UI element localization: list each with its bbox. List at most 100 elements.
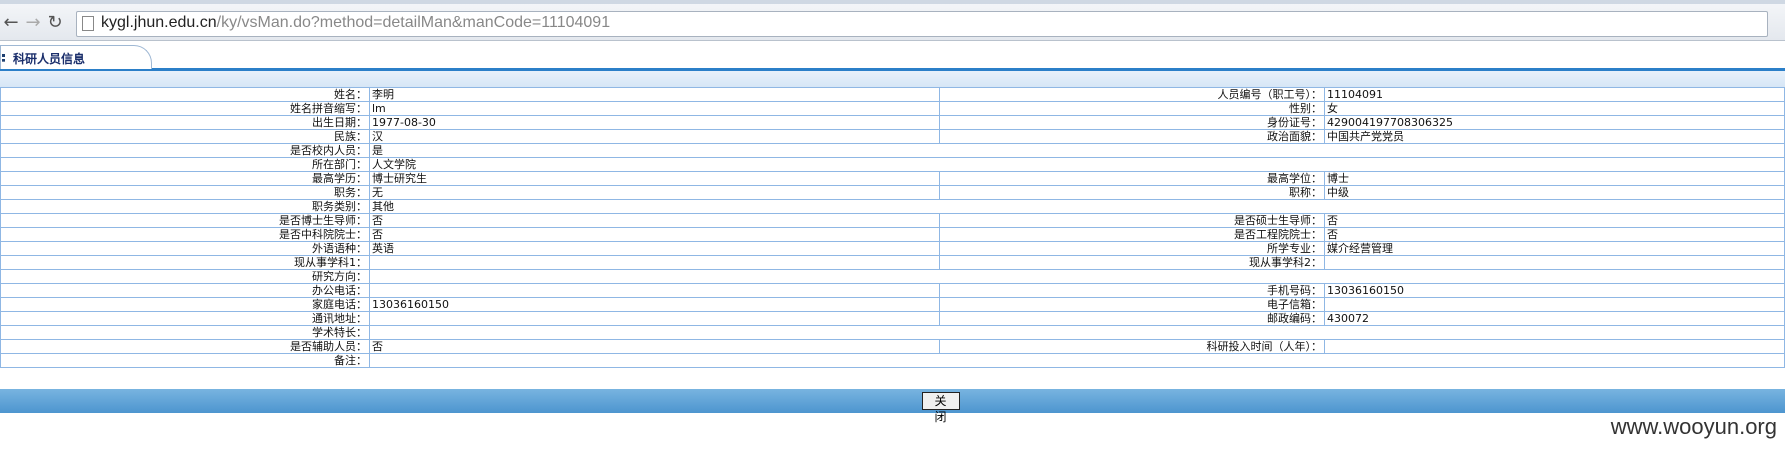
field-value: [369, 255, 940, 270]
table-row: 姓名： 李明 人员编号（职工号）： 11104091: [0, 87, 1785, 102]
table-row: 出生日期： 1977-08-30 身份证号： 429004197708306325: [0, 115, 1785, 130]
table-row: 研究方向：: [0, 269, 1785, 284]
field-value: 媒介经营管理: [1324, 241, 1785, 256]
tab-label: 科研人员信息: [13, 52, 86, 66]
field-label: 人员编号（职工号）：: [939, 87, 1325, 102]
reload-icon[interactable]: ↻: [44, 12, 66, 34]
field-label: 研究方向：: [0, 269, 370, 284]
table-row: 职务：无职称： 中级: [0, 185, 1785, 200]
field-label: 职务类别：: [0, 199, 370, 214]
close-button[interactable]: 关 闭: [922, 392, 960, 424]
field-value: 13036160150: [369, 297, 940, 312]
table-row: 姓名拼音缩写： lm 性别：女: [0, 101, 1785, 116]
table-row: 所在部门： 人文学院: [0, 157, 1785, 172]
field-label: 身份证号：: [939, 115, 1325, 130]
field-label: 学术特长：: [0, 325, 370, 340]
field-label: 职称：: [939, 185, 1325, 200]
field-value: 无: [369, 185, 940, 200]
field-value: 1977-08-30: [369, 115, 940, 130]
url-path: /ky/vsMan.do?method=detailMan&manCode=11…: [216, 14, 611, 31]
page-tab-bar: 科研人员信息: [0, 41, 1785, 71]
table-row: 现从事学科1： 现从事学科2：: [0, 255, 1785, 270]
field-value: 否: [369, 227, 940, 242]
field-value: [1324, 297, 1785, 312]
field-label: 通讯地址：: [0, 311, 370, 326]
field-value: 其他: [369, 199, 1785, 214]
field-label: 现从事学科2：: [939, 255, 1325, 270]
table-row: 外语语种： 英语 所学专业： 媒介经营管理: [0, 241, 1785, 256]
back-arrow-icon[interactable]: ←: [0, 12, 22, 34]
field-label: 所学专业：: [939, 241, 1325, 256]
field-label: 是否博士生导师：: [0, 213, 370, 228]
address-bar[interactable]: kygl.jhun.edu.cn/ky/vsMan.do?method=deta…: [76, 11, 1768, 37]
field-value: 否: [369, 213, 940, 228]
table-row: 通讯地址： 邮政编码： 430072: [0, 311, 1785, 326]
table-row: 职务类别： 其他: [0, 199, 1785, 214]
field-label: 是否中科院院士：: [0, 227, 370, 242]
table-row: 民族：汉政治面貌： 中国共产党党员: [0, 129, 1785, 144]
url-host: kygl.jhun.edu.cn: [101, 14, 217, 31]
field-value: 博士研究生: [369, 171, 940, 186]
page-icon: [82, 16, 94, 31]
field-label: 备注：: [0, 353, 370, 368]
field-label: 是否硕士生导师：: [939, 213, 1325, 228]
tab-marker-icon: [2, 54, 8, 62]
table-row: 是否校内人员：是: [0, 143, 1785, 158]
field-value: 是: [369, 143, 1785, 158]
field-value: [1324, 339, 1785, 354]
field-value: 中级: [1324, 185, 1785, 200]
footer-bar: 关 闭: [0, 389, 1785, 424]
field-value: [369, 353, 1785, 368]
table-row: 是否中科院院士：否是否工程院院士：否: [0, 227, 1785, 242]
field-label: 最高学位：: [939, 171, 1325, 186]
field-label: 民族：: [0, 129, 370, 144]
table-row: 家庭电话： 13036160150 电子信箱：: [0, 297, 1785, 312]
field-label: 最高学历：: [0, 171, 370, 186]
field-label: 家庭电话：: [0, 297, 370, 312]
table-row: 学术特长：: [0, 325, 1785, 340]
field-value: 否: [1324, 227, 1785, 242]
field-value: 否: [369, 339, 940, 354]
field-value: [1324, 255, 1785, 270]
field-value: 人文学院: [369, 157, 1785, 172]
field-value: 13036160150: [1324, 283, 1785, 298]
field-label: 现从事学科1：: [0, 255, 370, 270]
table-row: 办公电话： 手机号码： 13036160150: [0, 283, 1785, 298]
field-value: lm: [369, 101, 940, 116]
field-value: [369, 325, 1785, 340]
researcher-detail-table: 姓名： 李明 人员编号（职工号）： 11104091 姓名拼音缩写： lm 性别：女出生日期…: [0, 87, 1785, 368]
field-label: 姓名拼音缩写：: [0, 101, 370, 116]
field-value: 429004197708306325: [1324, 115, 1785, 130]
field-value: 汉: [369, 129, 940, 144]
field-value: 女: [1324, 101, 1785, 116]
field-label: 所在部门：: [0, 157, 370, 172]
browser-toolbar: ← → ↻ kygl.jhun.edu.cn/ky/vsMan.do?metho…: [0, 4, 1785, 41]
field-value: 博士: [1324, 171, 1785, 186]
table-row: 是否辅助人员：否科研投入时间（人年）：: [0, 339, 1785, 354]
detail-table-body: 姓名： 李明 人员编号（职工号）： 11104091 姓名拼音缩写： lm 性别：女出生日期…: [0, 87, 1785, 368]
field-value: 李明: [369, 87, 940, 102]
field-label: 姓名：: [0, 87, 370, 102]
field-value: 中国共产党党员: [1324, 129, 1785, 144]
watermark-text: www.wooyun.org: [1610, 414, 1777, 439]
field-value: 否: [1324, 213, 1785, 228]
forward-arrow-icon[interactable]: →: [22, 12, 44, 34]
field-value: 英语: [369, 241, 940, 256]
field-label: 是否工程院院士：: [939, 227, 1325, 242]
field-label: 政治面貌：: [939, 129, 1325, 144]
field-label: 办公电话：: [0, 283, 370, 298]
field-label: 手机号码：: [939, 283, 1325, 298]
field-label: 电子信箱：: [939, 297, 1325, 312]
field-value: 11104091: [1324, 87, 1785, 102]
field-label: 职务：: [0, 185, 370, 200]
field-label: 是否辅助人员：: [0, 339, 370, 354]
field-value: [369, 311, 940, 326]
url-text[interactable]: kygl.jhun.edu.cn/ky/vsMan.do?method=deta…: [101, 14, 610, 32]
field-label: 是否校内人员：: [0, 143, 370, 158]
tab-researcher-info[interactable]: 科研人员信息: [0, 45, 152, 69]
field-label: 出生日期：: [0, 115, 370, 130]
table-row: 是否博士生导师：否是否硕士生导师：否: [0, 213, 1785, 228]
field-label: 性别：: [939, 101, 1325, 116]
table-row: 备注：: [0, 353, 1785, 368]
field-label: 科研投入时间（人年）：: [939, 339, 1325, 354]
